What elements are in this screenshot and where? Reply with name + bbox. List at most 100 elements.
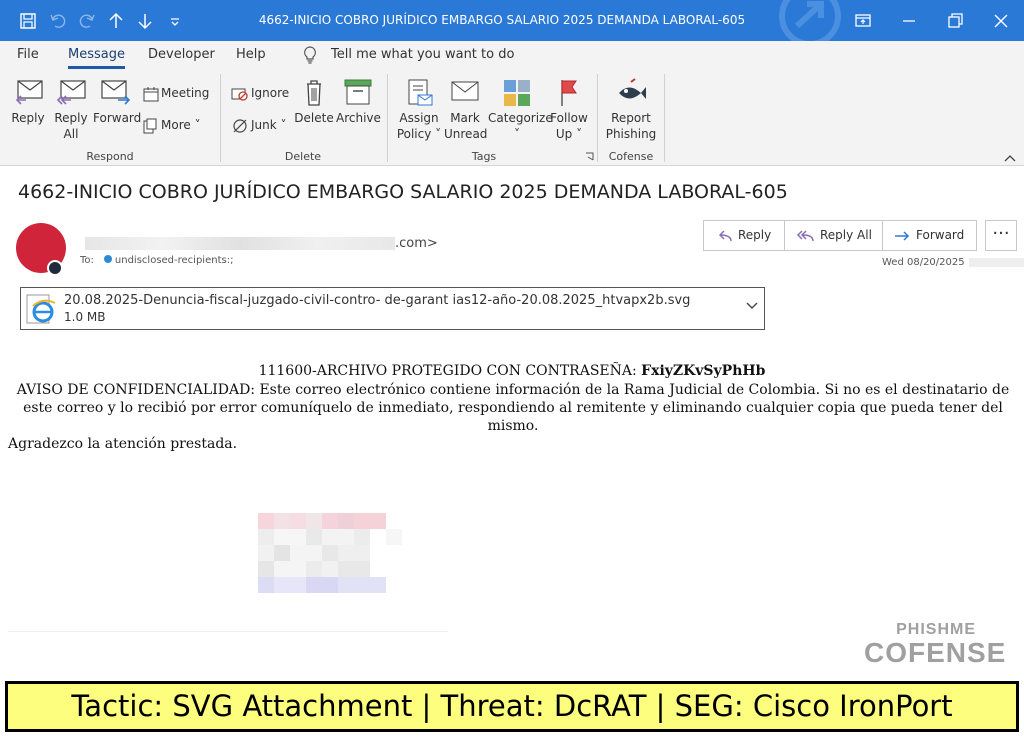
more-respond-button[interactable]: More ˅ [143, 115, 201, 135]
assign-policy-icon [408, 79, 433, 106]
arrow-up-icon[interactable] [106, 11, 126, 31]
forward-label: Forward [93, 111, 142, 125]
categorize-icon [504, 80, 530, 106]
redacted-time [968, 257, 1024, 267]
archive-button[interactable]: Archive [336, 78, 381, 126]
closing-line: Agradezco la atención prestada. [8, 436, 238, 452]
ignore-label: Ignore [251, 86, 290, 100]
mark-label-2: Unread [444, 127, 488, 141]
meeting-label: Meeting [161, 86, 210, 100]
window-title: 4662-INICIO COBRO JURÍDICO EMBARGO SALAR… [258, 13, 746, 27]
lightbulb-icon [304, 46, 316, 64]
reply-all-arrow-icon [796, 229, 814, 241]
follow-label-1: Follow [550, 111, 588, 125]
sender-address: .com> [85, 236, 438, 251]
recipient-status-icon [103, 255, 112, 263]
chevron-down-icon[interactable] [746, 302, 758, 310]
meeting-button[interactable]: Meeting [143, 83, 209, 103]
redacted-sender [85, 237, 395, 250]
action-divider [882, 221, 883, 250]
cofense-text: COFENSE [864, 637, 1007, 668]
save-icon[interactable] [18, 11, 38, 31]
delete-label: Delete [294, 111, 334, 125]
archive-label: Archive [336, 111, 381, 125]
assign-policy-button[interactable]: Assign Policy ˅ [396, 78, 442, 142]
follow-up-button[interactable]: Follow Up ˅ [548, 78, 590, 142]
cofense-group-label: Cofense [608, 150, 654, 163]
mark-unread-icon [451, 81, 479, 101]
report-phishing-button[interactable]: Report Phishing [604, 78, 658, 142]
group-separator [387, 74, 388, 162]
minimize-icon[interactable] [898, 10, 920, 32]
redo-icon[interactable] [77, 11, 97, 31]
reply-all-label-2: All [63, 127, 79, 141]
cofense-watermark-logo: PHISHME COFENSE [864, 621, 1016, 669]
tell-me-search[interactable]: Tell me what you want to do [331, 47, 514, 62]
forward-arrow-icon [895, 230, 910, 241]
signature-divider [8, 631, 448, 632]
junk-label: Junk [251, 118, 277, 132]
threat-banner: Tactic: SVG Attachment | Threat: DcRAT |… [5, 681, 1019, 732]
tags-group-label: Tags [471, 150, 497, 163]
undo-icon[interactable] [48, 11, 68, 31]
customize-toolbar-icon[interactable] [165, 11, 185, 31]
ribbon: Reply Reply All Forward Meeting More ˅ R… [0, 70, 1024, 166]
delete-button[interactable]: Delete [294, 78, 334, 126]
attachment-name: 20.08.2025-Denuncia-fiscal-juzgado-civil… [64, 293, 691, 308]
categorize-label: Categorize [488, 111, 553, 125]
restore-icon[interactable] [944, 10, 966, 32]
assign-label-1: Assign [399, 111, 439, 125]
attachment-card[interactable]: 20.08.2025-Denuncia-fiscal-juzgado-civil… [20, 287, 765, 330]
ignore-icon [231, 88, 248, 101]
junk-button[interactable]: Junk ˅ [231, 115, 287, 135]
forward-button[interactable]: Forward [93, 78, 142, 126]
ribbon-display-icon[interactable] [852, 10, 874, 32]
menu-developer[interactable]: Developer [148, 47, 215, 62]
junk-icon [233, 118, 247, 133]
more-label: More [161, 118, 191, 132]
password-line: 111600-ARCHIVO PROTEGIDO CON CONTRASEÑA:… [258, 363, 766, 379]
presence-indicator [47, 260, 63, 276]
delete-group-label: Delete [284, 150, 322, 163]
to-label: To: [80, 255, 94, 266]
report-label-1: Report [611, 111, 651, 125]
message-actions: Reply Reply All Forward [703, 220, 977, 251]
dialog-launcher-icon[interactable] [585, 152, 595, 162]
reply-all-label-1: Reply [54, 111, 88, 125]
categorize-button[interactable]: Categorize ˅ [488, 78, 553, 142]
arrow-down-icon[interactable] [135, 11, 155, 31]
forward-action-button[interactable]: Forward [894, 221, 964, 250]
menu-help[interactable]: Help [236, 47, 266, 62]
menu-message[interactable]: Message [68, 47, 125, 69]
attachment-size: 1.0 MB [64, 310, 106, 324]
group-separator [220, 74, 221, 162]
action-divider [784, 221, 785, 250]
mark-unread-button[interactable]: Mark Unread [444, 78, 488, 142]
confidentiality-notice: AVISO DE CONFIDENCIALIDAD: Este correo e… [16, 382, 1010, 434]
reply-all-action-button[interactable]: Reply All [796, 221, 872, 250]
ignore-button[interactable]: Ignore [231, 83, 289, 103]
flag-icon [561, 80, 577, 106]
to-value[interactable]: undisclosed-recipients:; [115, 255, 234, 266]
message-subject: 4662-INICIO COBRO JURÍDICO EMBARGO SALAR… [18, 181, 788, 203]
follow-label-2: Up [555, 127, 573, 141]
reply-all-button[interactable]: Reply All [51, 78, 91, 142]
password-value: FxiyZKvSyPhHb [641, 363, 766, 379]
more-actions-button[interactable]: ··· [985, 220, 1017, 251]
forward-icon [101, 80, 131, 105]
menu-file[interactable]: File [17, 47, 39, 62]
trash-icon [307, 80, 321, 106]
collapse-ribbon-icon[interactable] [1004, 154, 1016, 162]
reply-button[interactable]: Reply [8, 78, 48, 126]
group-separator [597, 74, 598, 162]
calendar-icon [143, 86, 159, 101]
respond-group-label: Respond [86, 150, 134, 163]
reply-action-button[interactable]: Reply [716, 221, 771, 250]
reply-icon [15, 80, 43, 105]
reply-arrow-icon [718, 229, 732, 241]
menu-bar: File Message Developer Help Tell me what… [0, 41, 1024, 70]
more-icon [143, 118, 157, 133]
close-icon[interactable] [990, 10, 1012, 32]
title-bar: 4662-INICIO COBRO JURÍDICO EMBARGO SALAR… [0, 0, 1024, 41]
mark-label-1: Mark [450, 111, 480, 125]
